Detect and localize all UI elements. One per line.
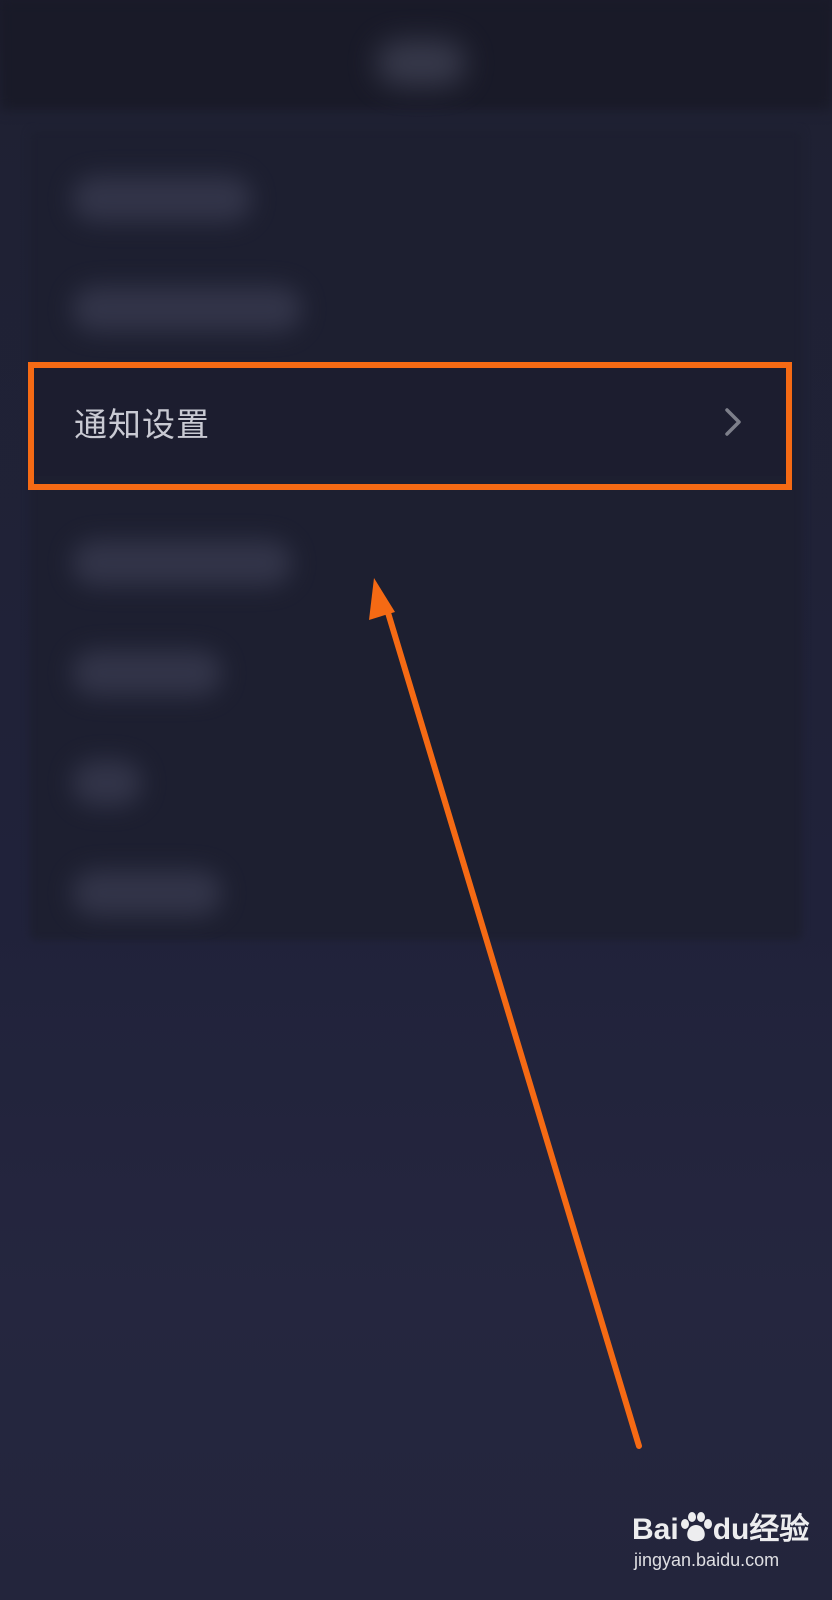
blurred-settings-item xyxy=(72,870,222,916)
app-screen: 通知设置 Bai du经验 jingyan.baidu.com xyxy=(0,0,832,1600)
blurred-settings-item xyxy=(72,176,252,222)
notification-settings-item[interactable]: 通知设置 xyxy=(34,368,786,476)
watermark-logo-mid: du xyxy=(712,1513,750,1546)
blurred-settings-item xyxy=(72,286,302,332)
watermark-logo-suffix: 经验 xyxy=(749,1513,810,1546)
settings-panel-blurred xyxy=(30,130,802,940)
watermark-logo: Bai du经验 xyxy=(632,1504,809,1548)
baidu-jingyan-watermark: Bai du经验 jingyan.baidu.com xyxy=(632,1504,809,1588)
watermark-url: jingyan.baidu.com xyxy=(634,1550,780,1570)
watermark-logo-prefix: Bai xyxy=(632,1513,679,1546)
blurred-settings-item xyxy=(72,760,142,806)
paw-logo-icon xyxy=(679,1511,713,1543)
blurred-settings-item xyxy=(72,650,222,696)
blurred-settings-item xyxy=(72,540,292,586)
chevron-right-icon xyxy=(720,405,746,439)
notification-settings-label: 通知设置 xyxy=(74,405,210,444)
header-title-blurred xyxy=(376,40,466,86)
